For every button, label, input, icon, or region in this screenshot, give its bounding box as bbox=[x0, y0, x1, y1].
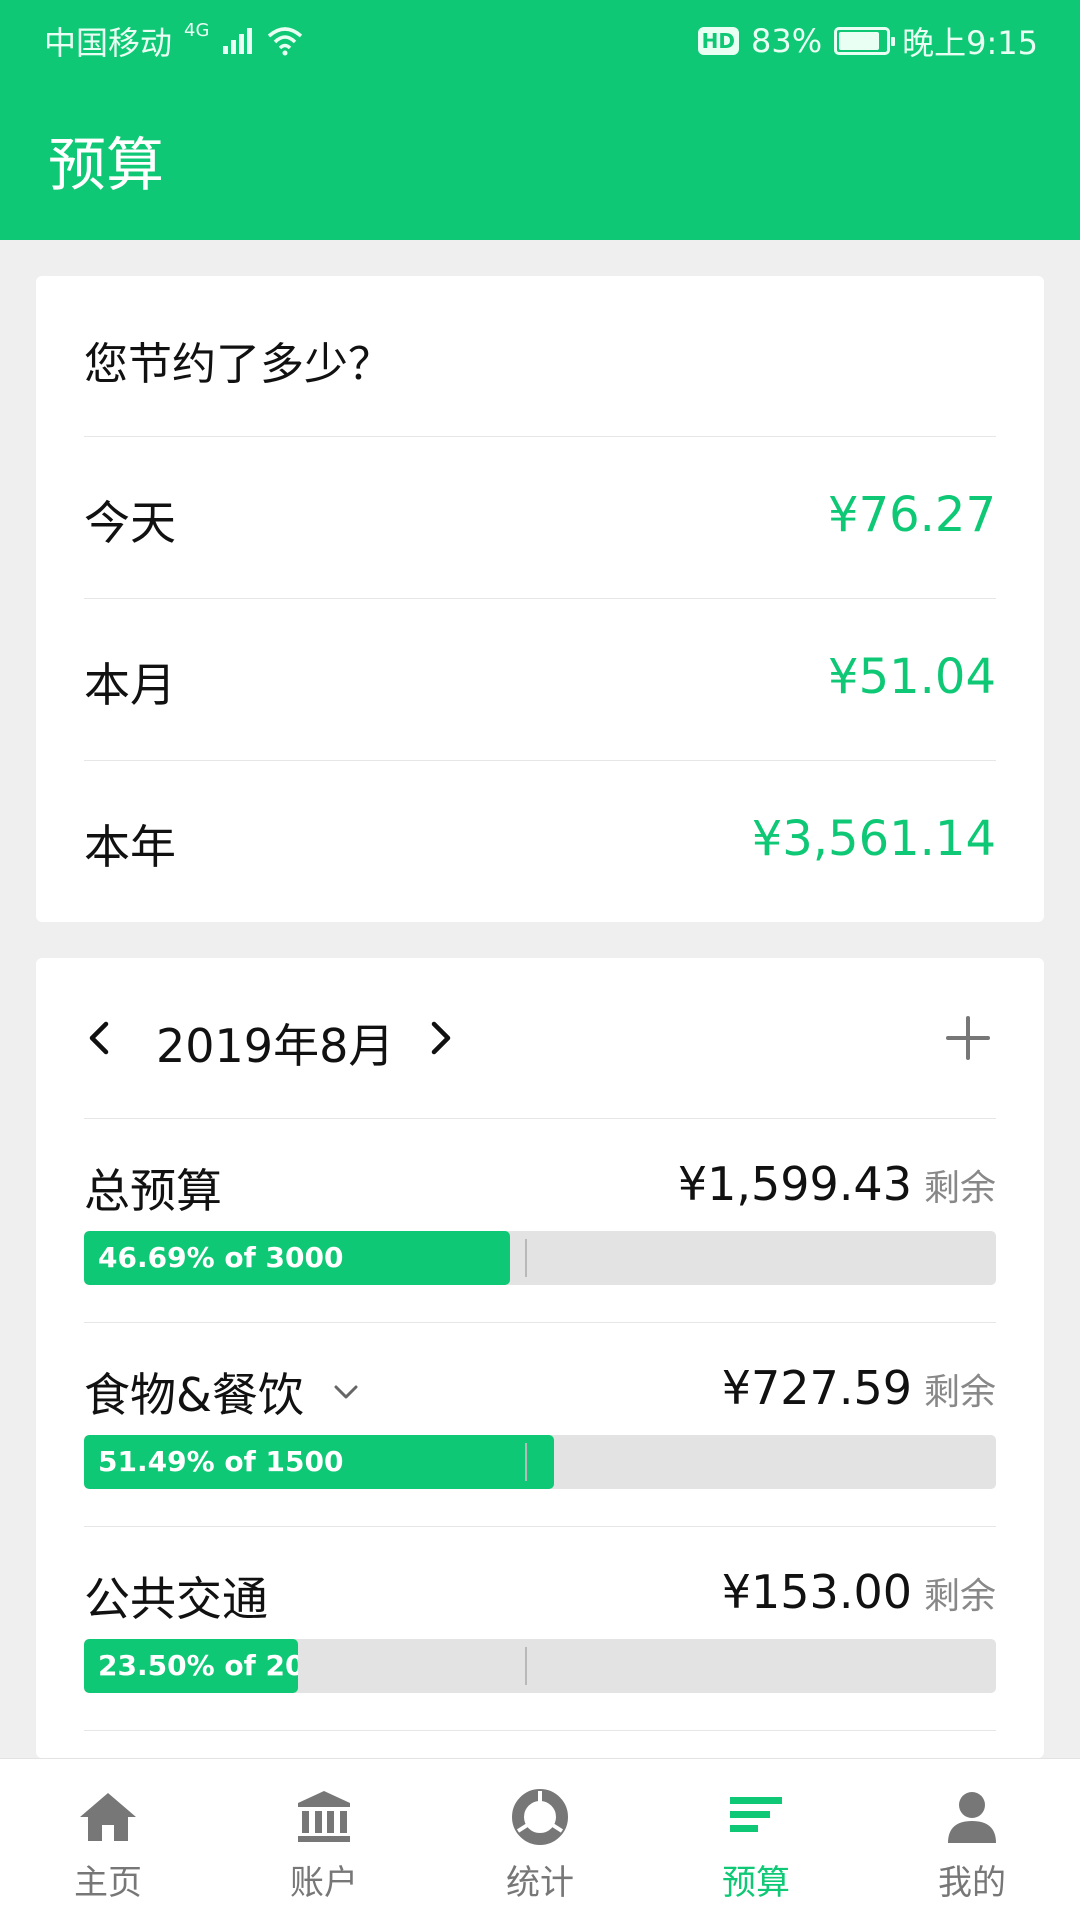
budget-name-wrap: 总预算 bbox=[84, 1155, 222, 1221]
bank-icon bbox=[298, 1791, 350, 1842]
battery-percent: 83% bbox=[751, 22, 823, 60]
chevron-left-icon[interactable] bbox=[80, 1018, 120, 1058]
today-marker bbox=[525, 1647, 528, 1685]
savings-label: 本月 bbox=[84, 658, 176, 712]
budget-row-transit[interactable]: 公共交通 ¥153.00 剩余 23.50% of 200 bbox=[84, 1526, 996, 1730]
home-icon bbox=[80, 1793, 136, 1841]
progress-label: 46.69% of 3000 bbox=[98, 1241, 344, 1274]
budget-progress-bar: 23.50% of 200 bbox=[84, 1639, 996, 1693]
add-budget-icon[interactable] bbox=[944, 1014, 992, 1062]
tab-stats[interactable]: 统计 bbox=[432, 1759, 648, 1920]
tab-label: 统计 bbox=[506, 1863, 574, 1903]
progress-label: 51.49% of 1500 bbox=[98, 1445, 344, 1478]
today-marker bbox=[525, 1239, 528, 1277]
chart-icon bbox=[512, 1789, 568, 1845]
remaining-amount: ¥153.00 bbox=[721, 1565, 912, 1619]
hd-badge: HD bbox=[697, 27, 739, 55]
tab-label: 账户 bbox=[290, 1863, 358, 1903]
battery-icon bbox=[834, 27, 896, 55]
remaining-amount: ¥727.59 bbox=[721, 1361, 912, 1415]
budget-remaining: ¥727.59 剩余 bbox=[722, 1361, 996, 1415]
remaining-suffix: 剩余 bbox=[923, 1372, 996, 1413]
budget-name: 公共交通 bbox=[84, 1572, 268, 1626]
chevron-right-icon[interactable] bbox=[420, 1018, 460, 1058]
remaining-suffix: 剩余 bbox=[923, 1168, 996, 1209]
carrier-name: 中国移动 bbox=[44, 24, 173, 62]
savings-amount: ¥76.27 bbox=[828, 487, 996, 543]
today-marker bbox=[525, 1443, 528, 1481]
status-left: 中国移动 4G bbox=[44, 18, 303, 64]
savings-label: 本年 bbox=[84, 820, 176, 874]
progress-label: 23.50% of 200 bbox=[98, 1649, 299, 1682]
app-header: 预算 bbox=[0, 76, 1080, 240]
budget-name: 食物&餐饮 bbox=[84, 1368, 304, 1422]
bottom-nav: 主页 账户 统计 预算 我的 bbox=[0, 1758, 1080, 1920]
wifi-icon bbox=[268, 27, 303, 56]
budget-row-food[interactable]: 食物&餐饮 ¥727.59 剩余 51.49% of 1500 bbox=[84, 1322, 996, 1526]
budget-name-wrap: 食物&餐饮 bbox=[84, 1359, 360, 1425]
savings-amount: ¥51.04 bbox=[828, 649, 996, 705]
savings-amount: ¥3,561.14 bbox=[751, 811, 996, 867]
savings-row-year: 本年 ¥3,561.14 bbox=[84, 760, 996, 922]
status-bar: 中国移动 4G HD 83% 晚上9:15 bbox=[0, 0, 1080, 76]
page-title: 预算 bbox=[48, 131, 165, 199]
status-right: HD 83% 晚上9:15 bbox=[697, 18, 1038, 64]
savings-heading: 您节约了多少？ bbox=[84, 339, 392, 390]
savings-row-today: 今天 ¥76.27 bbox=[84, 436, 996, 598]
savings-row-month: 本月 ¥51.04 bbox=[84, 598, 996, 760]
budget-name-wrap: 公共交通 bbox=[84, 1563, 268, 1629]
budget-card: 2019年8月 总预算 ¥1,599.43 剩余 46.69% of 3000 … bbox=[36, 958, 1044, 1758]
budget-progress-bar: 46.69% of 3000 bbox=[84, 1231, 996, 1285]
savings-label: 今天 bbox=[84, 496, 176, 550]
budget-name: 总预算 bbox=[84, 1164, 222, 1218]
tab-label: 主页 bbox=[74, 1863, 142, 1903]
budget-progress-bar: 51.49% of 1500 bbox=[84, 1435, 996, 1489]
tab-profile[interactable]: 我的 bbox=[864, 1759, 1080, 1920]
clock: 晚上9:15 bbox=[902, 24, 1038, 62]
month-navigator: 2019年8月 bbox=[36, 958, 1044, 1118]
tab-label: 我的 bbox=[938, 1863, 1006, 1903]
tab-label: 预算 bbox=[722, 1863, 790, 1903]
budget-row-total[interactable]: 总预算 ¥1,599.43 剩余 46.69% of 3000 bbox=[84, 1118, 996, 1322]
tab-budget[interactable]: 预算 bbox=[648, 1759, 864, 1920]
month-label: 2019年8月 bbox=[156, 1019, 395, 1073]
remaining-amount: ¥1,599.43 bbox=[677, 1157, 912, 1211]
budget-row-divider bbox=[84, 1730, 996, 1758]
remaining-suffix: 剩余 bbox=[923, 1576, 996, 1617]
tab-home[interactable]: 主页 bbox=[0, 1759, 216, 1920]
tab-accounts[interactable]: 账户 bbox=[216, 1759, 432, 1920]
budget-remaining: ¥153.00 剩余 bbox=[722, 1565, 996, 1619]
budget-icon bbox=[730, 1797, 782, 1832]
profile-icon bbox=[948, 1792, 996, 1843]
chevron-down-icon[interactable] bbox=[332, 1382, 360, 1402]
network-type: 4G bbox=[184, 20, 210, 41]
savings-card: 您节约了多少？ 今天 ¥76.27 本月 ¥51.04 本年 ¥3,561.14 bbox=[36, 276, 1044, 922]
budget-remaining: ¥1,599.43 剩余 bbox=[678, 1157, 996, 1211]
signal-icon bbox=[223, 28, 253, 54]
